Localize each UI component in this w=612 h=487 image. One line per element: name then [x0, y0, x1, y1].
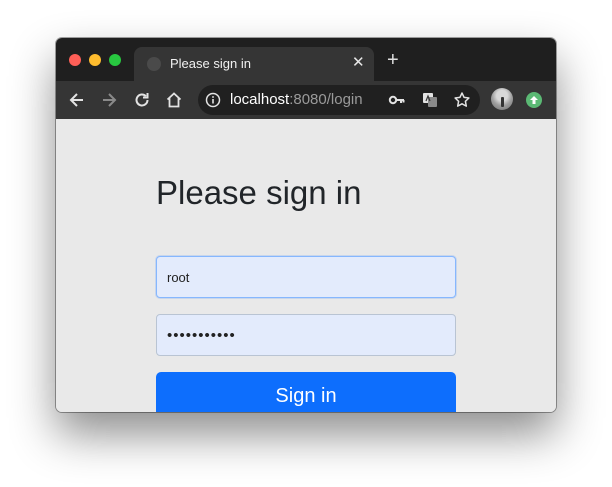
browser-toolbar: localhost:8080/login	[56, 81, 556, 120]
star-icon[interactable]	[452, 90, 472, 110]
translate-icon[interactable]	[420, 90, 440, 110]
zoom-window-button[interactable]	[109, 54, 121, 66]
home-icon[interactable]	[164, 90, 184, 110]
info-icon[interactable]	[205, 92, 221, 108]
sign-in-button[interactable]: Sign in	[156, 372, 456, 412]
key-icon[interactable]	[387, 90, 407, 110]
tab-title: Please sign in	[170, 56, 251, 71]
avatar[interactable]	[491, 88, 513, 110]
login-page: Please sign in Sign in	[56, 119, 556, 412]
minimize-window-button[interactable]	[89, 54, 101, 66]
back-icon[interactable]	[67, 90, 87, 110]
title-bar: Please sign in ✕ +	[56, 38, 556, 81]
reload-icon[interactable]	[132, 90, 152, 110]
update-icon[interactable]	[526, 92, 542, 108]
username-input[interactable]	[156, 256, 456, 298]
globe-icon	[147, 57, 161, 71]
url-host: localhost	[230, 91, 290, 108]
forward-icon[interactable]	[99, 90, 119, 110]
url-text: localhost:8080/login	[230, 92, 363, 108]
password-input[interactable]	[156, 314, 456, 356]
page-title: Please sign in	[156, 174, 362, 211]
tab-login[interactable]: Please sign in ✕	[134, 47, 374, 81]
close-window-button[interactable]	[69, 54, 81, 66]
close-icon[interactable]: ✕	[352, 54, 365, 72]
avatar-figure	[501, 97, 504, 107]
browser-window: Please sign in ✕ + localhost:8080/login	[56, 38, 556, 412]
url-path: :8080/login	[289, 91, 363, 108]
plus-icon[interactable]: +	[387, 50, 399, 70]
